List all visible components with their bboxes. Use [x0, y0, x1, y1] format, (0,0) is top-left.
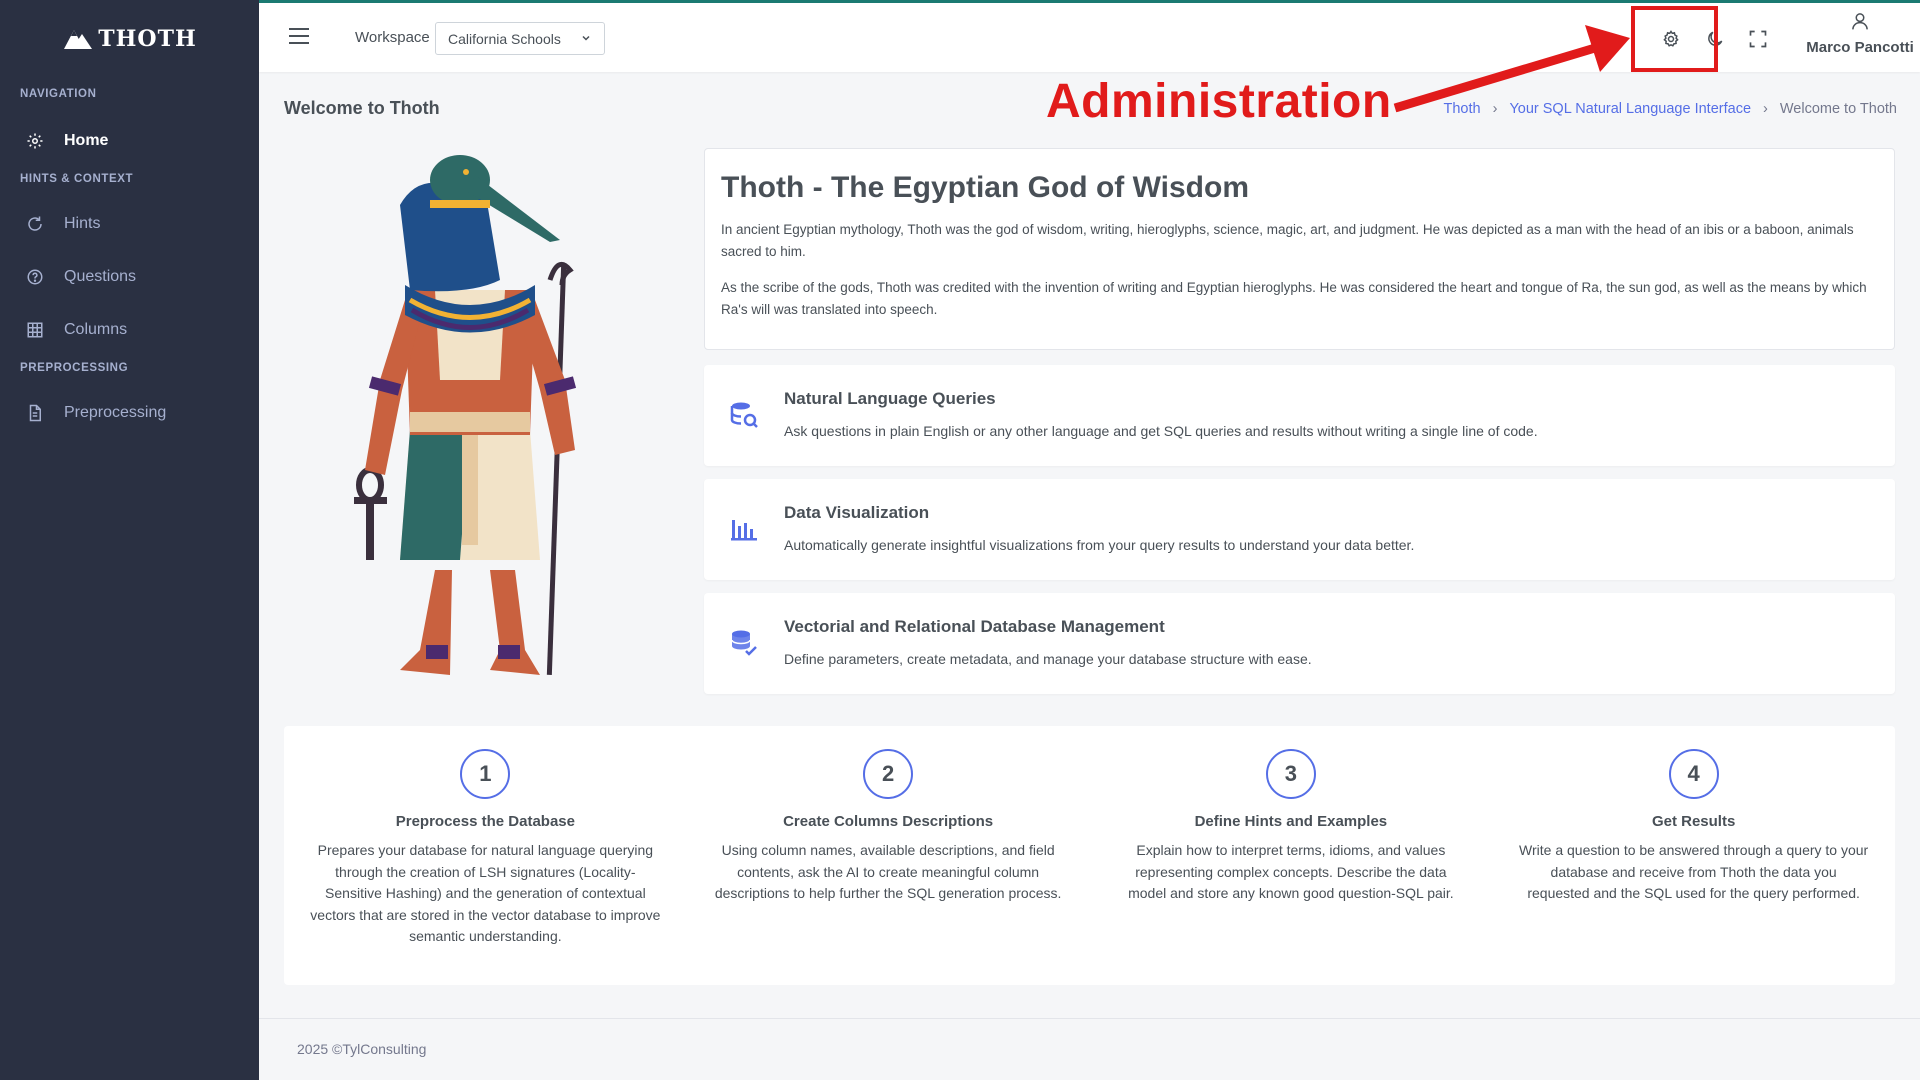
refresh-icon [24, 213, 46, 235]
step-text: Using column names, available descriptio… [714, 842, 1062, 901]
user-menu[interactable]: Marco Pancotti [1805, 11, 1915, 56]
logo-mountain-icon [64, 30, 93, 49]
feature-card: Natural Language Queries Ask questions i… [704, 365, 1895, 466]
intro-card: Thoth - The Egyptian God of Wisdom In an… [704, 148, 1895, 350]
step-item: 1 Preprocess the Database Prepares your … [284, 726, 687, 985]
sidebar-item-label: Home [64, 131, 109, 149]
step-text: Prepares your database for natural langu… [310, 842, 661, 944]
chevron-down-icon [580, 31, 592, 47]
footer: 2025 ©TylConsulting [259, 1018, 1920, 1080]
chevron-right-icon: › [1763, 101, 1768, 117]
feature-title: Data Visualization [784, 503, 930, 522]
feature-title: Vectorial and Relational Database Manage… [784, 617, 1165, 636]
help-circle-icon [24, 266, 46, 288]
footer-copyright: 2025 ©TylConsulting [297, 1041, 427, 1057]
workspace-value: California Schools [448, 30, 561, 47]
step-title: Preprocess the Database [395, 813, 575, 830]
sidebar-item-preprocessing[interactable]: Preprocessing [0, 386, 259, 439]
fullscreen-icon[interactable] [1746, 27, 1770, 51]
sidebar-item-questions[interactable]: Questions [0, 250, 259, 303]
feature-text: Define parameters, create metadata, and … [784, 651, 1312, 667]
grid-icon [24, 319, 46, 341]
intro-heading: Thoth - The Egyptian God of Wisdom [721, 171, 1250, 204]
sidebar-item-label: Preprocessing [64, 403, 167, 421]
step-item: 3 Define Hints and Examples Explain how … [1090, 726, 1493, 985]
bar-chart-icon [731, 520, 757, 541]
menu-title-hints: HINTS & CONTEXT [20, 173, 134, 185]
breadcrumb-item-current: Welcome to Thoth [1779, 101, 1897, 117]
menu-title-navigation: NAVIGATION [20, 88, 97, 100]
step-title: Define Hints and Examples [1194, 813, 1388, 830]
step-number: 3 [1265, 749, 1316, 799]
annotation-highlight-box [1631, 6, 1718, 72]
user-name: Marco Pancotti [1806, 39, 1914, 56]
menu-title-preprocessing: PREPROCESSING [20, 362, 129, 374]
intro-paragraph: In ancient Egyptian mythology, Thoth was… [721, 222, 1854, 259]
step-item: 2 Create Columns Descriptions Using colu… [687, 726, 1090, 985]
step-text: Explain how to interpret terms, idioms, … [1128, 842, 1454, 901]
database-search-icon [730, 402, 758, 428]
brand-name: THOTH [98, 26, 197, 52]
menu-toggle-icon[interactable] [289, 28, 309, 45]
step-title: Get Results [1651, 813, 1736, 830]
feature-card: Data Visualization Automatically generat… [704, 479, 1895, 580]
brand-logo[interactable]: THOTH [0, 0, 259, 78]
workspace-select[interactable]: California Schools [435, 22, 605, 55]
feature-text: Automatically generate insightful visual… [784, 537, 1415, 553]
sidebar-item-columns[interactable]: Columns [0, 303, 259, 356]
sidebar-item-label: Questions [64, 267, 137, 285]
step-number: 4 [1668, 749, 1719, 799]
user-icon [1852, 13, 1868, 30]
thoth-illustration [354, 155, 577, 675]
intro-paragraph: As the scribe of the gods, Thoth was cre… [721, 280, 1867, 317]
feature-text: Ask questions in plain English or any ot… [784, 423, 1538, 439]
step-title: Create Columns Descriptions [783, 813, 994, 830]
feature-title: Natural Language Queries [784, 389, 996, 408]
file-icon [24, 402, 46, 424]
sidebar-item-home[interactable]: Home [0, 114, 259, 167]
step-number: 1 [460, 749, 511, 799]
database-check-icon [731, 630, 757, 656]
gear-icon [24, 130, 46, 152]
sidebar-item-hints[interactable]: Hints [0, 197, 259, 250]
step-item: 4 Get Results Write a question to be ans… [1492, 726, 1895, 985]
annotation-arrow [1393, 25, 1630, 113]
annotation-label: Administration [1046, 75, 1392, 128]
sidebar-item-label: Hints [64, 214, 101, 232]
feature-card: Vectorial and Relational Database Manage… [704, 593, 1895, 694]
sidebar-item-label: Columns [64, 320, 128, 338]
step-text: Write a question to be answered through … [1519, 842, 1869, 901]
workspace-label: Workspace [355, 29, 430, 46]
page-title: Welcome to Thoth [284, 98, 440, 118]
step-number: 2 [863, 749, 914, 799]
sidebar: THOTH NAVIGATION Home HINTS & CONTEXT Hi… [0, 0, 259, 1080]
steps-card: 1 Preprocess the Database Prepares your … [284, 726, 1895, 985]
